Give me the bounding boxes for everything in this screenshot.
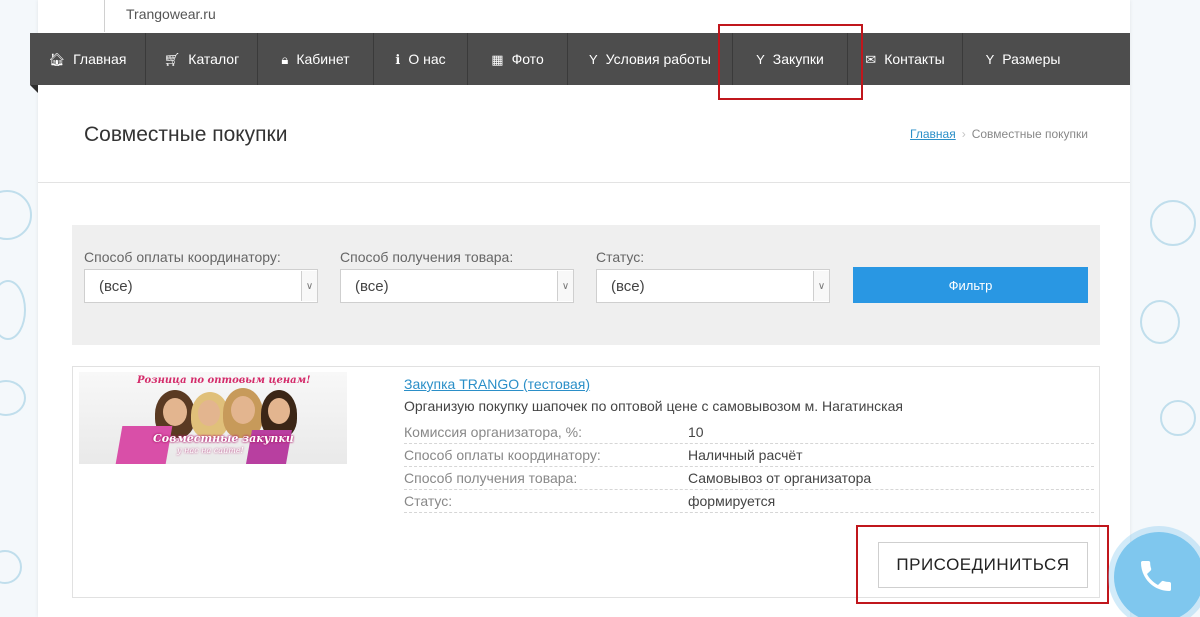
property-key: Статус: [404,493,453,509]
promo-top-text: Розница по оптовым ценам! [137,375,311,386]
promo-figure [163,398,187,426]
promo-banner-image: Розница по оптовым ценам! Совместные зак… [79,372,347,464]
property-row: Способ получения товара: Самовывоз от ор… [404,467,1094,490]
phone-icon [1141,561,1171,591]
nav-item-cabinet[interactable]: 🔒︎ Кабинет [258,33,374,85]
promo-main-text: Совместные закупки [153,432,294,445]
select-value: (все) [99,277,133,295]
property-value: формируется [688,493,776,509]
glass-icon: Y [588,51,598,67]
nav-item-label: Кабинет [296,51,350,67]
purchase-card: Розница по оптовым ценам! Совместные зак… [72,366,1100,598]
nav-item-photo[interactable]: ▦ Фото [468,33,568,85]
property-row: Комиссия организатора, %: 10 [404,421,1094,444]
envelope-icon: ✉ [865,51,877,67]
select-value: (все) [355,277,389,295]
property-key: Комиссия организатора, %: [404,424,583,440]
property-value: Наличный расчёт [688,447,803,463]
glass-icon: Y [985,51,995,67]
glass-icon: Y [756,51,765,67]
filter-delivery: Способ получения товара: (все) ∨ [340,249,574,303]
nav-item-label: Контакты [884,51,945,67]
nav-item-terms[interactable]: Y Условия работы [568,33,733,85]
chevron-down-icon: ∨ [557,271,573,301]
filter-payment-label: Способ оплаты координатору: [84,249,281,265]
lock-icon: 🔒︎ [281,51,289,67]
nav-item-label: Закупки [772,51,824,67]
breadcrumb-home-link[interactable]: Главная [910,127,956,141]
status-select[interactable]: (все) ∨ [596,269,830,303]
grid-icon: ▦ [491,51,504,67]
page-header: Совместные покупки Главная › Совместные … [38,85,1130,183]
select-value: (все) [611,277,645,295]
nav-item-home[interactable]: 🏠︎ Главная [30,33,146,85]
background-doodle [0,380,26,416]
filter-status: Статус: (все) ∨ [596,249,830,303]
join-button[interactable]: ПРИСОЕДИНИТЬСЯ [878,542,1088,588]
cart-icon: 🛒︎ [163,51,181,67]
property-value: Самовывоз от организатора [688,470,872,486]
promo-sub-text: у нас на сайте! [177,446,244,455]
callback-phone-button[interactable] [1114,532,1200,617]
main-navigation: 🏠︎ Главная 🛒︎ Каталог 🔒︎ Кабинет ℹ О нас… [30,33,1130,85]
background-doodle [0,280,26,340]
property-row: Статус: формируется [404,490,1094,513]
background-doodle [1140,300,1180,344]
home-icon: 🏠︎ [48,51,66,67]
purchase-properties: Комиссия организатора, %: 10 Способ опла… [404,421,1094,513]
nav-item-catalog[interactable]: 🛒︎ Каталог [146,33,258,85]
property-value: 10 [688,424,704,440]
filter-delivery-label: Способ получения товара: [340,249,514,265]
breadcrumb-separator: › [961,127,966,141]
filter-payment: Способ оплаты координатору: (все) ∨ [84,249,318,303]
site-name: Trangowear.ru [126,6,216,22]
nav-item-label: Условия работы [605,51,711,67]
nav-item-label: О нас [408,51,446,67]
nav-item-contacts[interactable]: ✉ Контакты [848,33,963,85]
nav-item-sizes[interactable]: Y Размеры [963,33,1083,85]
nav-item-about[interactable]: ℹ О нас [374,33,468,85]
info-icon: ℹ [395,51,401,67]
nav-item-label: Главная [73,51,127,67]
delivery-method-select[interactable]: (все) ∨ [340,269,574,303]
background-doodle [1150,200,1196,246]
property-key: Способ получения товара: [404,470,578,486]
nav-item-label: Фото [511,51,544,67]
nav-ribbon-fold [30,85,38,93]
promo-figure [231,396,255,424]
breadcrumb: Главная › Совместные покупки [910,127,1088,141]
nav-item-purchases[interactable]: Y Закупки [733,33,848,85]
payment-method-select[interactable]: (все) ∨ [84,269,318,303]
background-doodle [0,550,22,584]
logo-divider [104,0,105,32]
page-title: Совместные покупки [84,123,288,146]
chevron-down-icon: ∨ [301,271,317,301]
filter-button[interactable]: Фильтр [853,267,1088,303]
nav-item-label: Размеры [1002,51,1061,67]
chevron-down-icon: ∨ [813,271,829,301]
promo-figure [268,398,290,424]
background-doodle [1160,400,1196,436]
promo-figure [198,400,220,426]
filter-status-label: Статус: [596,249,645,265]
purchase-title-link[interactable]: Закупка TRANGO (тестовая) [404,376,590,392]
nav-item-label: Каталог [188,51,240,67]
filter-panel: Способ оплаты координатору: (все) ∨ Спос… [72,225,1100,345]
background-doodle [0,190,32,240]
property-row: Способ оплаты координатору: Наличный рас… [404,444,1094,467]
property-key: Способ оплаты координатору: [404,447,601,463]
breadcrumb-current: Совместные покупки [971,127,1088,141]
purchase-description: Организую покупку шапочек по оптовой цен… [404,398,903,414]
